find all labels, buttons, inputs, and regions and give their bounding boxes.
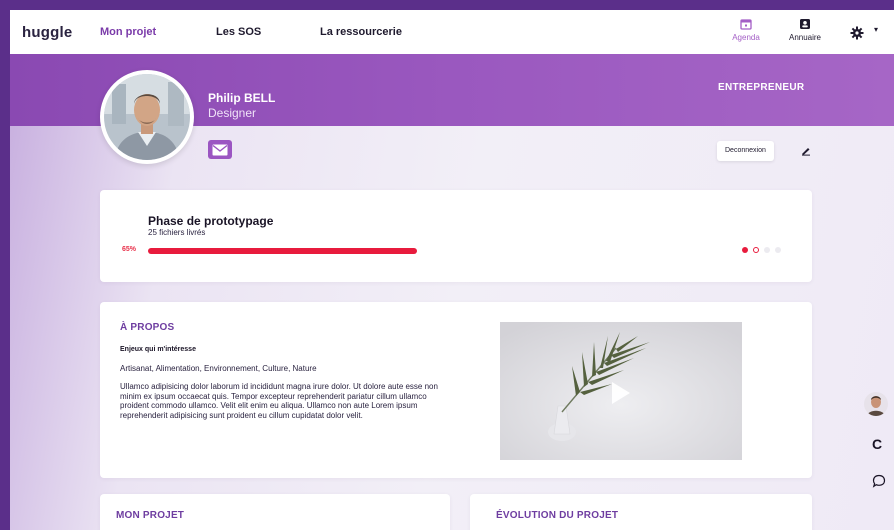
about-card: À PROPOS Enjeux qui m'intéresse Artisana… <box>100 302 812 478</box>
profile-avatar <box>100 70 194 164</box>
calendar-icon <box>740 19 752 30</box>
mail-icon <box>212 144 228 155</box>
progress-track <box>148 248 700 254</box>
nav-annuaire[interactable]: Annuaire <box>784 18 826 42</box>
phase-step-indicators <box>742 247 781 253</box>
step-dot-4[interactable] <box>775 247 781 253</box>
top-navigation: huggle Mon projet Les SOS La ressourceri… <box>10 10 894 54</box>
settings-chevron-down-icon[interactable]: ▾ <box>874 25 878 34</box>
gear-icon[interactable] <box>850 26 864 40</box>
interests-label: Enjeux qui m'intéresse <box>120 346 196 353</box>
profile-photo <box>104 74 190 160</box>
user-avatar-icon <box>864 392 888 416</box>
app-frame: huggle Mon projet Les SOS La ressourceri… <box>10 10 894 530</box>
phase-subtitle: 25 fichiers livrés <box>148 228 206 237</box>
step-dot-3[interactable] <box>764 247 770 253</box>
evolution-card: ÉVOLUTION DU PROJET <box>470 494 812 530</box>
nav-agenda[interactable]: Agenda <box>728 18 764 42</box>
progress-fill <box>148 248 418 254</box>
profile-role: Designer <box>208 106 257 120</box>
role-badge: ENTREPRENEUR <box>718 82 805 93</box>
agenda-label: Agenda <box>732 33 760 42</box>
send-mail-button[interactable] <box>208 140 232 159</box>
video-thumbnail <box>500 322 742 460</box>
video-player[interactable] <box>500 322 742 460</box>
profile-name: Philip BELL <box>208 91 276 105</box>
nav-les-sos[interactable]: Les SOS <box>216 26 261 38</box>
about-title: À PROPOS <box>120 322 175 333</box>
chat-bubble-icon[interactable] <box>872 474 886 488</box>
phase-card: Phase de prototypage 25 fichiers livrés … <box>100 190 812 282</box>
project-card: MON PROJET <box>100 494 450 530</box>
floating-avatar[interactable] <box>864 392 888 416</box>
annuaire-label: Annuaire <box>788 33 822 42</box>
progress-percent: 65% <box>122 246 137 253</box>
nav-mon-projet[interactable]: Mon projet <box>100 26 156 38</box>
huggle-logo[interactable]: huggle <box>22 24 72 41</box>
step-dot-1[interactable] <box>742 247 748 253</box>
phase-title: Phase de prototypage <box>148 214 274 228</box>
nav-la-ressourcerie[interactable]: La ressourcerie <box>320 26 402 38</box>
project-title: MON PROJET <box>116 510 185 521</box>
logout-button[interactable]: Deconnexion <box>717 141 774 161</box>
pencil-icon <box>802 148 810 156</box>
floating-letter-button[interactable]: C <box>872 436 882 452</box>
edit-profile-button[interactable] <box>796 141 816 161</box>
contact-card-icon <box>800 19 810 29</box>
step-dot-2[interactable] <box>753 247 759 253</box>
evolution-title: ÉVOLUTION DU PROJET <box>496 510 619 521</box>
interests-tags: Artisanat, Alimentation, Environnement, … <box>120 364 317 373</box>
about-description: Ullamco adipisicing dolor laborum id inc… <box>120 382 438 420</box>
